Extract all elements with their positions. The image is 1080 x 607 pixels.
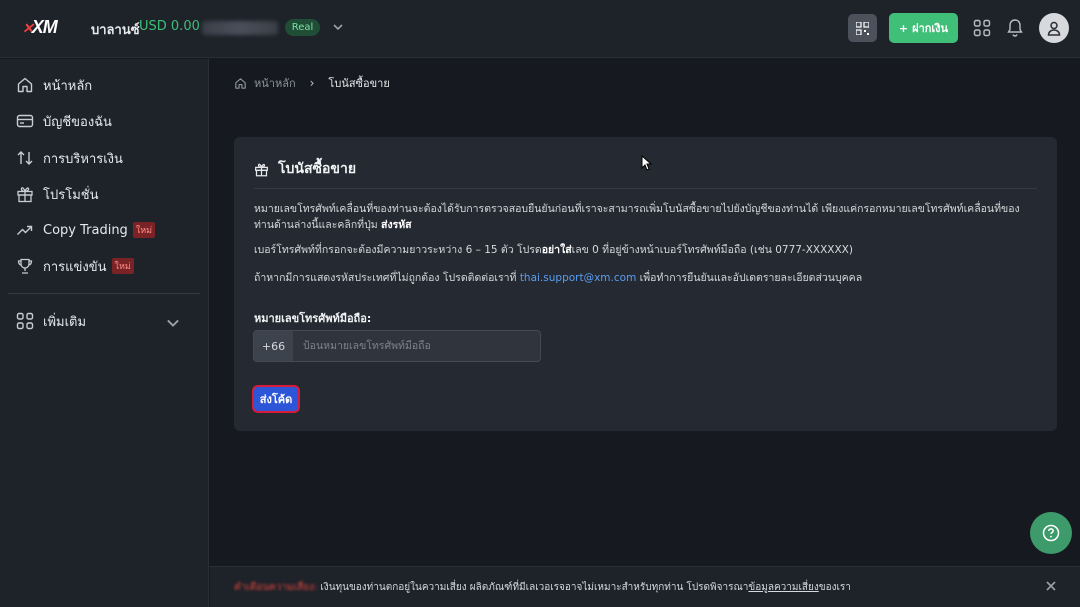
sidebar-item-label: การบริหารเงิน — [43, 151, 123, 167]
note-text: เลข 0 ที่อยู่ข้างหน้าเบอร์โทรศัพท์มือถือ… — [571, 244, 853, 256]
card-icon — [16, 114, 34, 128]
sidebar: หน้าหลัก บัญชีของฉัน การบริหารเงิน โปรโม… — [0, 59, 209, 607]
balance-label: บาลานซ์ — [91, 23, 140, 38]
sidebar-item-copy-trading[interactable]: Copy Trading ใหม่ — [0, 215, 209, 245]
trading-bonus-card: โบนัสซื้อขาย หมายเลขโทรศัพท์เคลื่อนที่ขอ… — [234, 137, 1057, 431]
gift-icon — [255, 163, 268, 176]
country-code-note: ถ้าหากมีการแสดงรหัสประเทศที่ไม่ถูกต้อง โ… — [254, 270, 1039, 286]
divider — [254, 188, 1037, 189]
phone-length-note: เบอร์โทรศัพท์ที่กรอกจะต้องมีความยาวระหว่… — [254, 242, 1039, 258]
card-title: โบนัสซื้อขาย — [254, 158, 356, 180]
note-bold: อย่าใส่ — [541, 244, 572, 256]
chevron-right-icon: › — [309, 76, 315, 90]
chevron-down-icon[interactable] — [330, 19, 346, 35]
send-code-button[interactable]: ส่งโค้ด — [252, 385, 300, 413]
note-text: ถ้าหากมีการแสดงรหัสประเทศที่ไม่ถูกต้อง โ… — [254, 272, 517, 284]
balance-value: USD 0.00 — [139, 19, 200, 34]
risk-warning-text: คำเตือนความเสี่ยง: เงินทุนของท่านตกอยู่ใ… — [234, 580, 851, 595]
top-bar: ✕XM บาลานซ์ USD 0.00 Real + ฝากเงิน — [0, 0, 1080, 58]
qr-code-button[interactable] — [848, 14, 877, 42]
xm-logo[interactable]: ✕XM — [22, 17, 58, 38]
sidebar-item-label: การแข่งขัน — [43, 259, 107, 275]
qr-code-icon — [856, 21, 869, 35]
note-text: เพื่อทำการยืนยันและอัปเดตรายละเอียดส่วนบ… — [639, 272, 863, 284]
note-text: เบอร์โทรศัพท์ที่กรอกจะต้องมีความยาวระหว่… — [254, 244, 542, 256]
sidebar-item-competitions[interactable]: การแข่งขัน ใหม่ — [0, 251, 209, 281]
deposit-label: ฝากเงิน — [912, 22, 949, 35]
notification-bell-icon[interactable] — [1006, 18, 1024, 38]
apps-grid-icon[interactable] — [973, 19, 991, 37]
sidebar-item-label: โปรโมชั่น — [43, 187, 99, 203]
sidebar-item-label: เพิ่มเติม — [43, 314, 87, 330]
instructions-body: หมายเลขโทรศัพท์เคลื่อนที่ของท่านจะต้องได… — [254, 203, 1020, 231]
new-badge: ใหม่ — [132, 222, 156, 238]
sidebar-item-label: บัญชีของฉัน — [43, 114, 112, 130]
account-number-redacted — [202, 21, 278, 35]
risk-warning-body: เงินทุนของท่านตกอยู่ในความเสี่ยง ผลิตภัณ… — [320, 582, 749, 593]
sidebar-divider — [8, 293, 200, 294]
close-icon[interactable] — [1044, 579, 1058, 593]
risk-warning-suffix: ของเรา — [818, 582, 851, 593]
new-badge: ใหม่ — [111, 258, 134, 274]
phone-number-input[interactable] — [293, 331, 540, 361]
sidebar-item-more[interactable]: เพิ่มเติม — [0, 306, 209, 336]
phone-field-label: หมายเลขโทรศัพท์มือถือ: — [254, 312, 372, 325]
instructions-text: หมายเลขโทรศัพท์เคลื่อนที่ของท่านจะต้องได… — [254, 201, 1039, 233]
risk-warning-bar: คำเตือนความเสี่ยง: เงินทุนของท่านตกอยู่ใ… — [210, 566, 1080, 607]
sidebar-item-funds[interactable]: การบริหารเงิน — [0, 143, 209, 173]
breadcrumb: หน้าหลัก › โบนัสซื้อขาย — [234, 74, 390, 92]
sidebar-item-label: หน้าหลัก — [43, 78, 93, 94]
trophy-icon — [17, 258, 33, 274]
logo-text: XM — [31, 17, 58, 37]
gift-icon — [17, 187, 33, 203]
home-icon[interactable] — [234, 77, 247, 90]
user-icon — [1047, 21, 1061, 36]
deposit-button[interactable]: + ฝากเงิน — [889, 13, 958, 43]
apps-grid-icon — [16, 312, 34, 330]
mouse-cursor-icon — [641, 155, 653, 171]
home-icon — [17, 77, 33, 93]
country-code-prefix: +66 — [254, 331, 293, 361]
help-chat-button[interactable] — [1030, 512, 1072, 554]
sidebar-item-label: Copy Trading — [43, 222, 128, 238]
plus-icon: + — [898, 21, 909, 35]
user-avatar[interactable] — [1039, 13, 1069, 43]
sidebar-item-home[interactable]: หน้าหลัก — [0, 70, 209, 100]
support-email-link[interactable]: thai.support@xm.com — [520, 272, 636, 284]
risk-warning-label: คำเตือนความเสี่ยง: — [234, 582, 318, 593]
card-title-text: โบนัสซื้อขาย — [278, 161, 357, 177]
help-bubble-icon — [1042, 524, 1060, 542]
chevron-down-icon — [167, 319, 179, 327]
breadcrumb-current: โบนัสซื้อขาย — [328, 77, 390, 90]
phone-input-group: +66 — [253, 330, 541, 362]
sidebar-item-promotions[interactable]: โปรโมชั่น — [0, 179, 209, 209]
trend-icon — [17, 225, 33, 235]
risk-info-link[interactable]: ข้อมูลความเสี่ยง — [748, 582, 818, 593]
sidebar-item-my-accounts[interactable]: บัญชีของฉัน — [0, 106, 209, 136]
account-type-badge: Real — [285, 19, 320, 36]
instructions-bold: ส่งรหัส — [381, 219, 412, 231]
transfer-icon — [17, 151, 33, 165]
breadcrumb-home-link[interactable]: หน้าหลัก — [254, 74, 296, 92]
